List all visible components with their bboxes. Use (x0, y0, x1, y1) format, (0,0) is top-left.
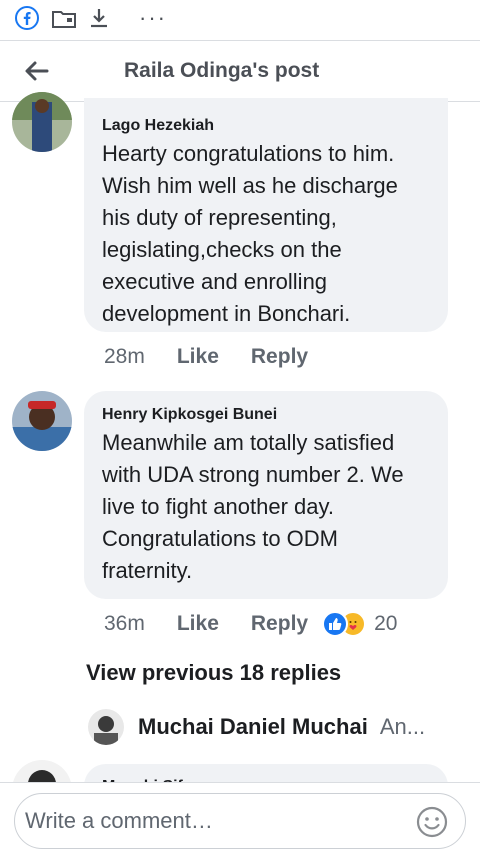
comment-actions: 36m Like Reply 20 (104, 609, 397, 639)
reply-button[interactable]: Reply (251, 612, 308, 636)
like-button[interactable]: Like (177, 345, 219, 369)
view-previous-replies-link[interactable]: View previous 18 replies (86, 660, 341, 686)
avatar[interactable] (12, 391, 72, 451)
comment-time[interactable]: 36m (104, 612, 145, 636)
reply-preview[interactable]: Muchai Daniel Muchai An... (88, 708, 468, 746)
comment-author[interactable]: Henry Kipkosgei Bunei (102, 405, 430, 425)
comment-text: Meanwhile am totally satisfied with UDA … (102, 430, 404, 583)
smiley-icon[interactable] (415, 805, 449, 839)
reaction-count: 20 (374, 612, 398, 635)
comment-composer[interactable] (14, 793, 466, 849)
more-icon[interactable]: ··· (136, 5, 170, 31)
comment-actions: 28m Like Reply (104, 342, 308, 372)
download-icon[interactable] (88, 5, 110, 31)
like-button[interactable]: Like (177, 612, 219, 636)
comment-time[interactable]: 28m (104, 345, 145, 369)
reply-author[interactable]: Muchai Daniel Muchai (138, 714, 368, 740)
comment-text: Hearty congratulations to him. Wish him … (102, 141, 398, 326)
reaction-summary[interactable]: 20 (322, 611, 397, 637)
reply-button[interactable]: Reply (251, 345, 308, 369)
comment-author[interactable]: Lago Hezekiah (102, 116, 430, 136)
post-header: Raila Odinga's post (0, 40, 480, 102)
like-reaction-icon (322, 611, 349, 637)
avatar[interactable] (88, 709, 124, 745)
folder-icon[interactable] (50, 5, 78, 31)
facebook-icon[interactable] (14, 5, 40, 31)
top-toolbar: ··· (0, 0, 480, 40)
comment-bubble: Henry Kipkosgei Bunei Meanwhile am total… (84, 391, 448, 599)
reply-snippet: An... (379, 714, 426, 739)
page-title: Raila Odinga's post (124, 59, 320, 82)
avatar[interactable] (12, 92, 72, 152)
comment-composer-bar (0, 782, 480, 854)
arrow-left-icon (25, 61, 49, 81)
comment-bubble: Lago Hezekiah Hearty congratulations to … (84, 98, 448, 332)
comment-input[interactable] (25, 806, 405, 836)
back-button[interactable] (16, 53, 56, 89)
